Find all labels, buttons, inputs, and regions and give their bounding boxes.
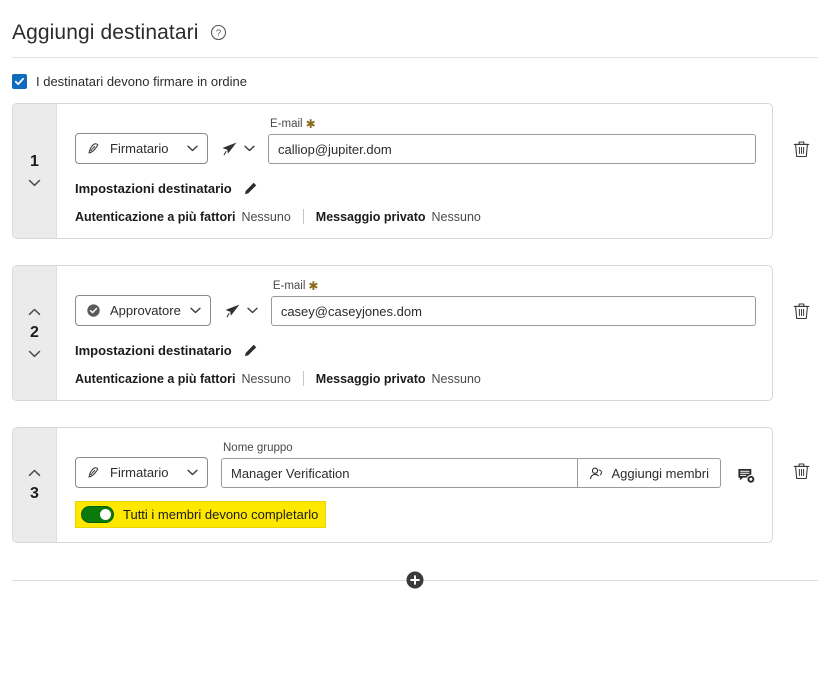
pencil-icon[interactable] <box>243 181 258 196</box>
svg-text:?: ? <box>216 28 221 39</box>
recipient-email-input[interactable] <box>268 134 756 164</box>
sign-in-order-row[interactable]: I destinatari devono firmare in ordine <box>0 58 830 89</box>
group-name-field-wrap: Nome gruppo <box>221 442 579 488</box>
recipient-settings-row: Impostazioni destinatario <box>75 181 756 196</box>
delivery-method-select[interactable] <box>221 133 255 164</box>
add-recipient-footer <box>12 565 818 595</box>
group-role-label: Firmatario <box>110 465 169 480</box>
recipient-primary-row: Firmatario E-mail ✱ calliop@jupiter.dom <box>75 118 756 164</box>
recipient-settings-title: Impostazioni destinatario <box>75 343 232 358</box>
recipient-role-label: Approvatore <box>110 303 181 318</box>
delete-recipient-icon[interactable] <box>793 302 810 320</box>
meta-divider <box>302 209 304 224</box>
sign-in-order-checkbox[interactable] <box>12 74 27 89</box>
delete-recipient-icon[interactable] <box>793 140 810 158</box>
help-circle-icon[interactable]: ? <box>210 24 227 41</box>
meta-divider <box>302 371 304 386</box>
recipient-card: 2 Approvatore E-mail ✱ casey@caseyjones.… <box>12 265 810 401</box>
recipient-group-card-body: Firmatario Nome gruppo Manager Verificat… <box>57 428 772 542</box>
page-title: Aggiungi destinatari <box>12 21 199 44</box>
add-recipients-page: Aggiungi destinatari ? I destinatari dev… <box>0 0 830 688</box>
meta-key: Messaggio privato <box>315 371 426 386</box>
recipient-card-body: Approvatore E-mail ✱ casey@caseyjones.do… <box>57 266 772 400</box>
group-name-row: Nome gruppo Aggiungi mem <box>221 442 756 488</box>
meta-value: Nessuno <box>431 371 481 386</box>
recipient-email-label-text: E-mail <box>272 280 306 292</box>
add-person-icon <box>589 466 604 481</box>
paper-plane-icon <box>221 141 238 157</box>
recipient-meta-row: Autenticazione a più fattori Nessuno Mes… <box>75 209 756 224</box>
recipient-email-label: E-mail ✱ <box>268 118 756 130</box>
recipients-list: 1 Firmatario E-mail ✱ calliop@jupiter.do… <box>0 89 830 543</box>
meta-value: Nessuno <box>241 209 291 224</box>
recipient-email-field-wrap: E-mail ✱ <box>270 280 756 326</box>
group-name-input[interactable] <box>221 458 579 488</box>
add-members-label: Aggiungi membri <box>611 465 709 481</box>
recipient-card: 1 Firmatario E-mail ✱ calliop@jupiter.do… <box>12 103 810 239</box>
move-down-icon[interactable] <box>26 348 44 360</box>
recipient-card-body: Firmatario E-mail ✱ calliop@jupiter.dom … <box>57 104 772 238</box>
recipient-email-label-text: E-mail <box>270 118 303 130</box>
all-members-complete-label: Tutti i membri devono completarlo <box>123 507 319 522</box>
recipient-group-card: 3 Firmatario Nome gruppo Manager Verific… <box>12 427 810 543</box>
group-name-label: Nome gruppo <box>223 442 293 454</box>
chevron-down-icon <box>247 307 258 314</box>
chevron-down-icon <box>190 307 201 314</box>
recipient-settings-title: Impostazioni destinatario <box>75 181 232 196</box>
recipient-order-rail: 1 <box>13 104 57 238</box>
plus-circle-icon[interactable] <box>406 571 424 589</box>
recipient-email-field-wrap: E-mail ✱ <box>268 118 756 164</box>
page-header: Aggiungi destinatari ? <box>0 0 830 57</box>
meta-value: Nessuno <box>241 371 291 386</box>
chevron-down-icon <box>187 145 198 152</box>
group-message-settings-icon[interactable] <box>737 467 756 485</box>
recipient-meta-row: Autenticazione a più fattori Nessuno Mes… <box>75 371 756 386</box>
recipient-settings-row: Impostazioni destinatario <box>75 343 756 358</box>
meta-value: Nessuno <box>431 209 481 224</box>
sign-in-order-label: I destinatari devono firmare in ordine <box>36 74 248 89</box>
all-members-complete-toggle[interactable] <box>81 506 114 523</box>
recipient-email-label: E-mail ✱ <box>271 280 756 292</box>
group-role-select[interactable]: Firmatario <box>75 457 208 488</box>
move-down-icon[interactable] <box>26 177 44 189</box>
pencil-icon[interactable] <box>243 343 258 358</box>
recipient-role-select[interactable]: Firmatario <box>75 133 208 164</box>
chevron-down-icon <box>244 145 255 152</box>
recipient-index: 2 <box>30 324 39 341</box>
meta-key: Messaggio privato <box>315 209 426 224</box>
group-primary-row: Firmatario Nome gruppo Manager Verificat… <box>75 442 756 488</box>
check-circle-icon <box>86 303 101 318</box>
meta-key: Autenticazione a più fattori <box>75 209 236 224</box>
all-members-complete-row[interactable]: Tutti i membri devono completarlo <box>75 501 327 528</box>
recipient-role-select[interactable]: Approvatore <box>75 295 211 326</box>
move-up-icon[interactable] <box>26 467 44 479</box>
signature-pen-icon <box>86 141 101 156</box>
required-asterisk: ✱ <box>308 279 319 293</box>
delivery-method-select[interactable] <box>224 295 258 326</box>
paper-plane-icon <box>224 303 241 319</box>
add-members-button[interactable]: Aggiungi membri <box>578 458 721 488</box>
signature-pen-icon <box>86 465 101 480</box>
recipient-role-label: Firmatario <box>110 141 169 156</box>
chevron-down-icon <box>187 469 198 476</box>
required-asterisk: ✱ <box>305 117 316 131</box>
move-up-icon[interactable] <box>26 306 44 318</box>
delete-recipient-icon[interactable] <box>793 462 810 480</box>
recipient-order-rail: 2 <box>13 266 57 400</box>
recipient-email-input[interactable] <box>270 296 756 326</box>
recipient-order-rail: 3 <box>13 428 57 542</box>
recipient-index: 1 <box>30 153 39 170</box>
meta-key: Autenticazione a più fattori <box>75 371 236 386</box>
recipient-primary-row: Approvatore E-mail ✱ casey@caseyjones.do… <box>75 280 756 326</box>
toggle-knob <box>100 509 111 520</box>
recipient-index: 3 <box>30 485 39 502</box>
